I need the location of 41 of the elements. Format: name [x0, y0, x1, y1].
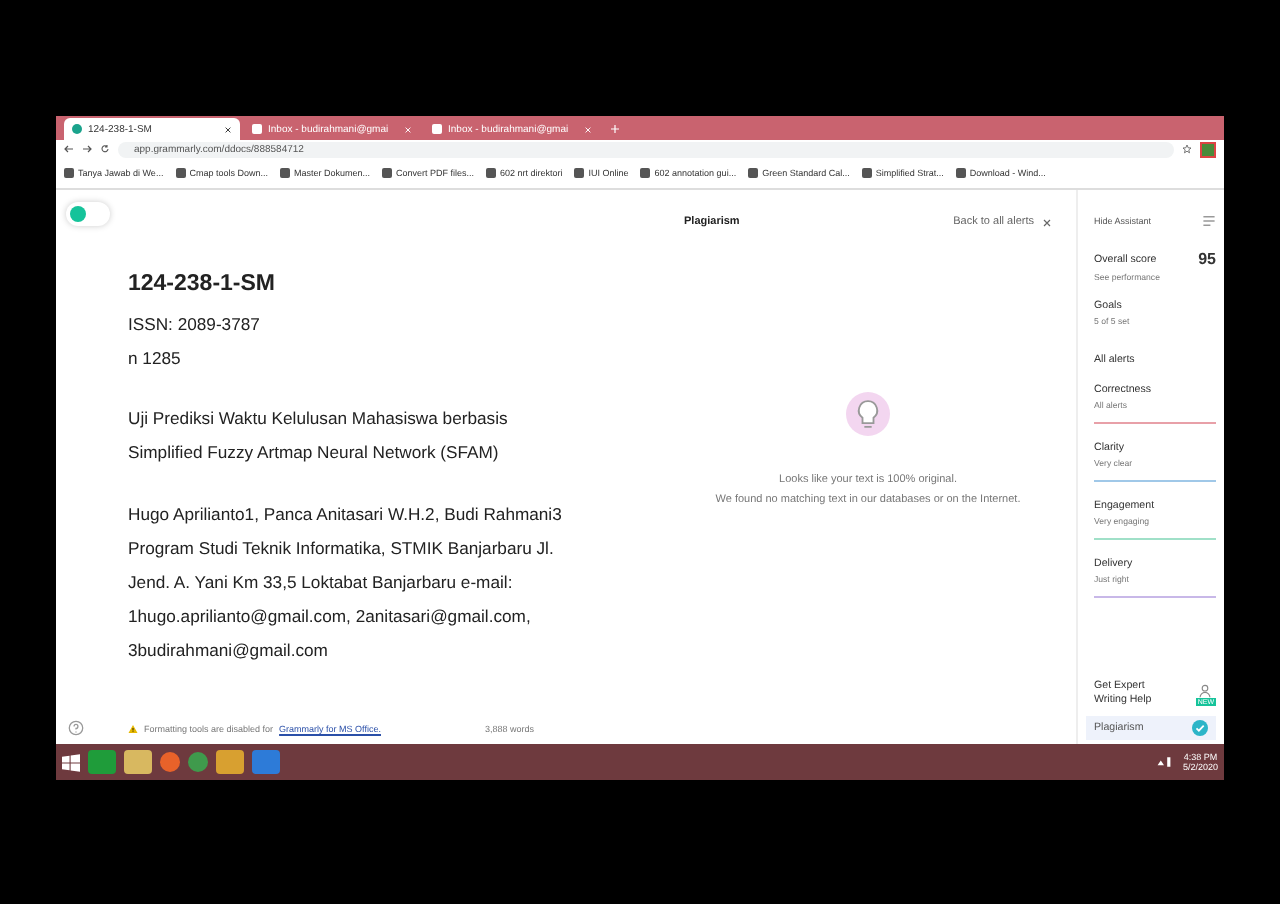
- bookmark-icon: [175, 168, 186, 178]
- bookmark-icon: [748, 168, 759, 178]
- back-icon[interactable]: [64, 144, 74, 154]
- warning-icon: [128, 723, 138, 733]
- close-icon[interactable]: [1042, 217, 1052, 227]
- text-line: Program Studi Teknik Informatika, STMIK Banjarbaru Jl.: [128, 536, 556, 562]
- text-line: Simplified Fuzzy Artmap Neural Network (SFAM): [128, 440, 501, 466]
- bookmark-icon: [861, 168, 872, 178]
- check-icon: [1192, 720, 1208, 736]
- reload-icon[interactable]: [100, 144, 110, 154]
- favicon-icon: [252, 124, 262, 134]
- favicon-icon: [72, 124, 82, 134]
- grammarly-logo-icon: [70, 206, 86, 222]
- text-line: Uji Prediksi Waktu Kelulusan Mahasiswa berbasis: [128, 406, 510, 432]
- star-icon[interactable]: [1182, 144, 1192, 154]
- bookmark-icon: [486, 168, 496, 178]
- text-line: Hugo Aprilianto1, Panca Anitasari W.H.2, Budi Rahmani3: [128, 502, 564, 528]
- bookmark-icon: [640, 168, 651, 178]
- text-line: 3budirahmani@gmail.com: [128, 638, 330, 664]
- text-line: 1hugo.aprilianto@gmail.com, 2anitasari@gmail.com,: [128, 604, 533, 630]
- bookmark-icon: [955, 168, 966, 178]
- lightbulb-icon: [846, 392, 890, 436]
- person-icon: [1198, 683, 1213, 697]
- help-icon[interactable]: [68, 720, 84, 736]
- text-line: n 1285: [128, 346, 183, 372]
- forward-icon[interactable]: [82, 144, 92, 154]
- close-icon[interactable]: [224, 125, 232, 133]
- text-line: Jend. A. Yani Km 33,5 Loktabat Banjarbaru e-mail:: [128, 570, 515, 596]
- bookmark-icon: [279, 168, 290, 178]
- text-line: ISSN: 2089-3787: [128, 312, 262, 338]
- bookmark-icon: [574, 168, 585, 178]
- extension-icon[interactable]: [1200, 141, 1216, 157]
- menu-icon[interactable]: [1202, 214, 1216, 228]
- document-title: 124-238-1-SM: [128, 272, 278, 296]
- windows-start-icon[interactable]: [62, 753, 80, 771]
- new-tab-icon[interactable]: [610, 124, 620, 134]
- tray-icon[interactable]: [1154, 754, 1175, 770]
- bookmark-icon: [381, 168, 392, 178]
- favicon-icon: [432, 124, 442, 134]
- bookmark-icon: [64, 168, 74, 178]
- score-value: 95: [1198, 250, 1216, 268]
